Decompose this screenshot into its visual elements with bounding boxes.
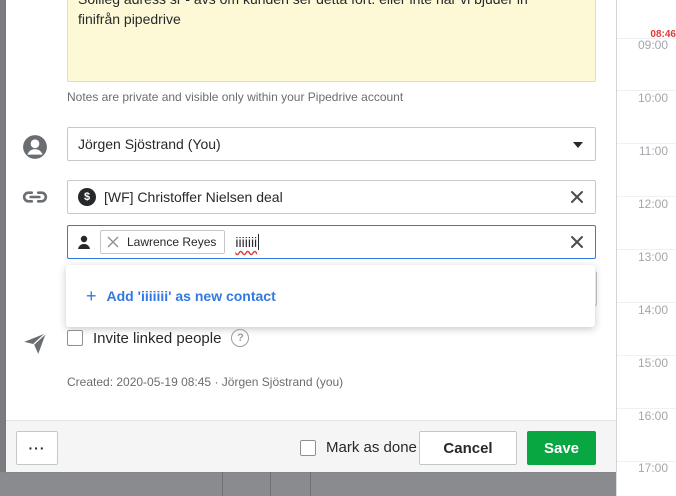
user-circle-icon (23, 135, 47, 159)
calendar-hour: 16:00 (637, 409, 668, 423)
cancel-button[interactable]: Cancel (419, 431, 517, 465)
calendar-hour: 11:00 (638, 144, 668, 158)
deal-dollar-icon: $ (78, 188, 96, 206)
background-bottom-strip (0, 472, 616, 496)
add-contact-option[interactable]: + Add 'iiiiiii' as new contact (66, 265, 595, 327)
notes-help-text: Notes are private and visible only withi… (67, 90, 404, 104)
note-text-line: Sollieg adress sr - avs om kunden ser de… (78, 0, 585, 9)
participant-chip-label: Lawrence Reyes (127, 235, 217, 249)
send-icon (24, 332, 47, 354)
modal-footer: ··· Mark as done Cancel Save (6, 420, 616, 472)
help-icon[interactable]: ? (231, 329, 250, 347)
calendar-hour: 15:00 (637, 356, 668, 370)
background-divider (222, 472, 223, 496)
participants-typed-text: iiiiiii (235, 234, 258, 250)
remove-participant-icon[interactable] (107, 236, 119, 248)
text-cursor (258, 234, 260, 250)
calendar-hour: 10:00 (637, 91, 668, 105)
invite-linked-row: Invite linked people ? (67, 329, 250, 347)
plus-icon: + (86, 285, 97, 306)
clear-deal-icon[interactable] (569, 189, 585, 205)
note-textarea[interactable]: Sollieg adress sr - avs om kunden ser de… (67, 0, 596, 82)
add-contact-label: Add 'iiiiiii' as new contact (106, 288, 276, 304)
calendar-hour: 14:00 (637, 303, 668, 317)
activity-modal: Sollieg adress sr - avs om kunden ser de… (6, 0, 616, 472)
chevron-down-icon[interactable] (573, 142, 583, 148)
owner-select-value: Jörgen Sjöstrand (You) (78, 136, 221, 152)
mark-as-done[interactable]: Mark as done (300, 439, 417, 456)
mark-as-done-checkbox[interactable] (300, 439, 316, 456)
calendar-hour: 12:00 (637, 197, 668, 211)
deal-field[interactable]: $ [WF] Christoffer Nielsen deal (67, 180, 596, 214)
invite-linked-label: Invite linked people (93, 329, 222, 347)
note-text-line: finifrån pipedrive (78, 11, 181, 27)
participants-input[interactable]: Lawrence Reyes iiiiiii (67, 225, 596, 259)
calendar-panel: 08:46 09:00 10:00 11:00 12:00 13:00 14:0… (616, 0, 676, 496)
more-options-button[interactable]: ··· (16, 431, 58, 465)
clear-participants-icon[interactable] (569, 234, 585, 250)
deal-field-value: [WF] Christoffer Nielsen deal (104, 189, 283, 205)
mark-as-done-label: Mark as done (326, 439, 417, 456)
background-divider (270, 472, 271, 496)
created-info: Created: 2020-05-19 08:45 · Jörgen Sjöst… (67, 375, 344, 389)
background-divider (310, 472, 311, 496)
link-icon (22, 191, 48, 203)
save-button[interactable]: Save (527, 431, 596, 465)
calendar-divider (616, 0, 617, 496)
participant-chip[interactable]: Lawrence Reyes (100, 230, 226, 254)
person-icon (78, 235, 90, 249)
owner-select[interactable]: Jörgen Sjöstrand (You) (67, 127, 596, 161)
calendar-hour: 13:00 (637, 250, 668, 264)
calendar-hour: 09:00 (637, 38, 668, 52)
invite-linked-checkbox[interactable] (67, 330, 83, 346)
calendar-hour: 17:00 (637, 461, 668, 475)
